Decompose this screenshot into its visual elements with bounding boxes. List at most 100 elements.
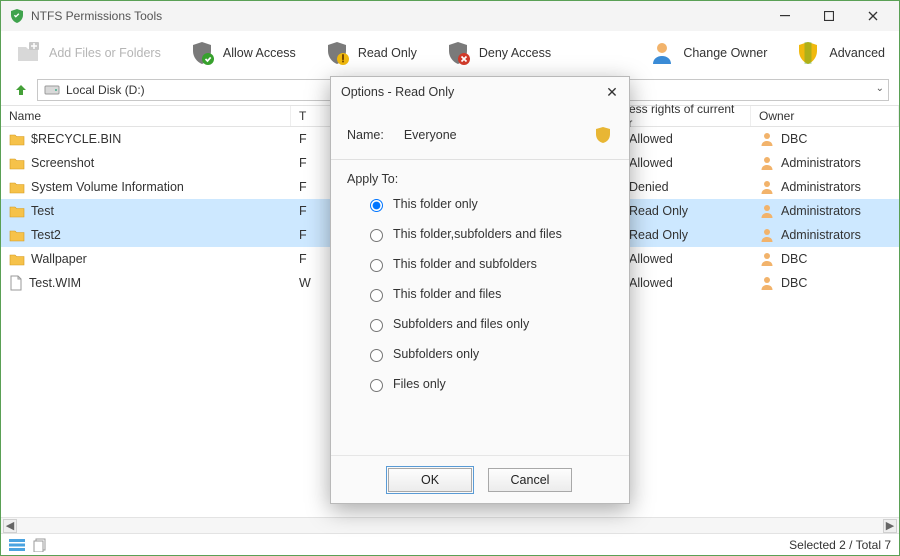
- dialog-name-value: Everyone: [404, 128, 457, 142]
- item-rights: Read Only: [629, 228, 688, 242]
- file-icon: [9, 275, 23, 291]
- item-name: Screenshot: [31, 156, 94, 170]
- apply-radio[interactable]: [370, 259, 383, 272]
- user-icon: [759, 227, 775, 243]
- apply-option[interactable]: Files only: [365, 376, 613, 392]
- apply-radio[interactable]: [370, 349, 383, 362]
- apply-option[interactable]: Subfolders and files only: [365, 316, 613, 332]
- apply-radio[interactable]: [370, 289, 383, 302]
- item-owner: Administrators: [781, 204, 861, 218]
- options-dialog: Options - Read Only ✕ Name: Everyone App…: [330, 76, 630, 504]
- apply-radio[interactable]: [370, 319, 383, 332]
- folder-icon: [9, 180, 25, 194]
- item-type: F: [299, 132, 307, 146]
- user-icon: [759, 203, 775, 219]
- advanced-button[interactable]: Advanced: [795, 40, 885, 66]
- header-owner[interactable]: Owner: [751, 106, 899, 126]
- item-owner: DBC: [781, 132, 807, 146]
- apply-option-label: Subfolders and files only: [393, 317, 529, 331]
- user-icon: [649, 40, 675, 66]
- allow-access-button[interactable]: Allow Access: [189, 40, 296, 66]
- apply-to-label: Apply To:: [347, 172, 613, 186]
- item-rights: Allowed: [629, 132, 673, 146]
- horizontal-scrollbar[interactable]: ◀ ▶: [1, 517, 899, 533]
- add-files-button[interactable]: Add Files or Folders: [15, 40, 161, 66]
- read-only-button[interactable]: Read Only: [324, 40, 417, 66]
- folder-icon: [9, 156, 25, 170]
- apply-option[interactable]: This folder,subfolders and files: [365, 226, 613, 242]
- apply-option-label: This folder only: [393, 197, 478, 211]
- main-toolbar: Add Files or Folders Allow Access Read O…: [1, 31, 899, 75]
- user-icon: [759, 251, 775, 267]
- maximize-button[interactable]: [807, 2, 851, 30]
- add-folder-icon: [15, 40, 41, 66]
- user-icon: [759, 275, 775, 291]
- copy-icon[interactable]: [33, 538, 47, 552]
- add-files-label: Add Files or Folders: [49, 46, 161, 60]
- apply-radio[interactable]: [370, 379, 383, 392]
- item-name: Test: [31, 204, 54, 218]
- item-owner: DBC: [781, 276, 807, 290]
- folder-icon: [9, 132, 25, 146]
- item-type: F: [299, 228, 307, 242]
- allow-access-label: Allow Access: [223, 46, 296, 60]
- deny-access-label: Deny Access: [479, 46, 551, 60]
- item-rights: Allowed: [629, 156, 673, 170]
- app-shield-icon: [9, 8, 25, 24]
- item-name: Test.WIM: [29, 276, 81, 290]
- item-type: F: [299, 180, 307, 194]
- item-name: System Volume Information: [31, 180, 184, 194]
- shield-deny-icon: [445, 40, 471, 66]
- scroll-right-icon[interactable]: ▶: [883, 519, 897, 533]
- apply-radio[interactable]: [370, 199, 383, 212]
- apply-option-label: This folder and subfolders: [393, 257, 537, 271]
- chevron-down-icon[interactable]: ⌄: [876, 83, 884, 94]
- read-only-label: Read Only: [358, 46, 417, 60]
- item-owner: Administrators: [781, 156, 861, 170]
- scroll-left-icon[interactable]: ◀: [3, 519, 17, 533]
- item-owner: Administrators: [781, 228, 861, 242]
- status-text: Selected 2 / Total 7: [789, 538, 891, 552]
- item-name: Test2: [31, 228, 61, 242]
- deny-access-button[interactable]: Deny Access: [445, 40, 551, 66]
- item-owner: Administrators: [781, 180, 861, 194]
- item-owner: DBC: [781, 252, 807, 266]
- item-type: F: [299, 204, 307, 218]
- apply-radio[interactable]: [370, 229, 383, 242]
- dialog-title: Options - Read Only: [331, 77, 629, 107]
- item-rights: Read Only: [629, 204, 688, 218]
- apply-option[interactable]: Subfolders only: [365, 346, 613, 362]
- apply-option-label: Subfolders only: [393, 347, 479, 361]
- shield-advanced-icon: [795, 40, 821, 66]
- close-button[interactable]: [851, 2, 895, 30]
- apply-option[interactable]: This folder only: [365, 196, 613, 212]
- item-name: Wallpaper: [31, 252, 87, 266]
- view-mode-icon[interactable]: [9, 539, 25, 551]
- minimize-button[interactable]: [763, 2, 807, 30]
- apply-option-label: This folder,subfolders and files: [393, 227, 562, 241]
- dialog-close-button[interactable]: ✕: [601, 81, 623, 103]
- apply-option[interactable]: This folder and files: [365, 286, 613, 302]
- user-icon: [759, 155, 775, 171]
- drive-icon: [44, 83, 60, 97]
- address-text: Local Disk (D:): [66, 83, 145, 97]
- item-type: F: [299, 156, 307, 170]
- apply-option-label: Files only: [393, 377, 446, 391]
- item-rights: Denied: [629, 180, 669, 194]
- item-rights: Allowed: [629, 276, 673, 290]
- folder-icon: [9, 252, 25, 266]
- header-name[interactable]: Name: [1, 106, 291, 126]
- shield-small-icon: [593, 125, 613, 145]
- item-rights: Allowed: [629, 252, 673, 266]
- shield-readonly-icon: [324, 40, 350, 66]
- change-owner-button[interactable]: Change Owner: [649, 40, 767, 66]
- change-owner-label: Change Owner: [683, 46, 767, 60]
- apply-option[interactable]: This folder and subfolders: [365, 256, 613, 272]
- ok-button[interactable]: OK: [388, 468, 472, 492]
- shield-allow-icon: [189, 40, 215, 66]
- window-title: NTFS Permissions Tools: [31, 9, 763, 23]
- cancel-button[interactable]: Cancel: [488, 468, 572, 492]
- user-icon: [759, 131, 775, 147]
- up-button[interactable]: [11, 80, 31, 100]
- item-type: F: [299, 252, 307, 266]
